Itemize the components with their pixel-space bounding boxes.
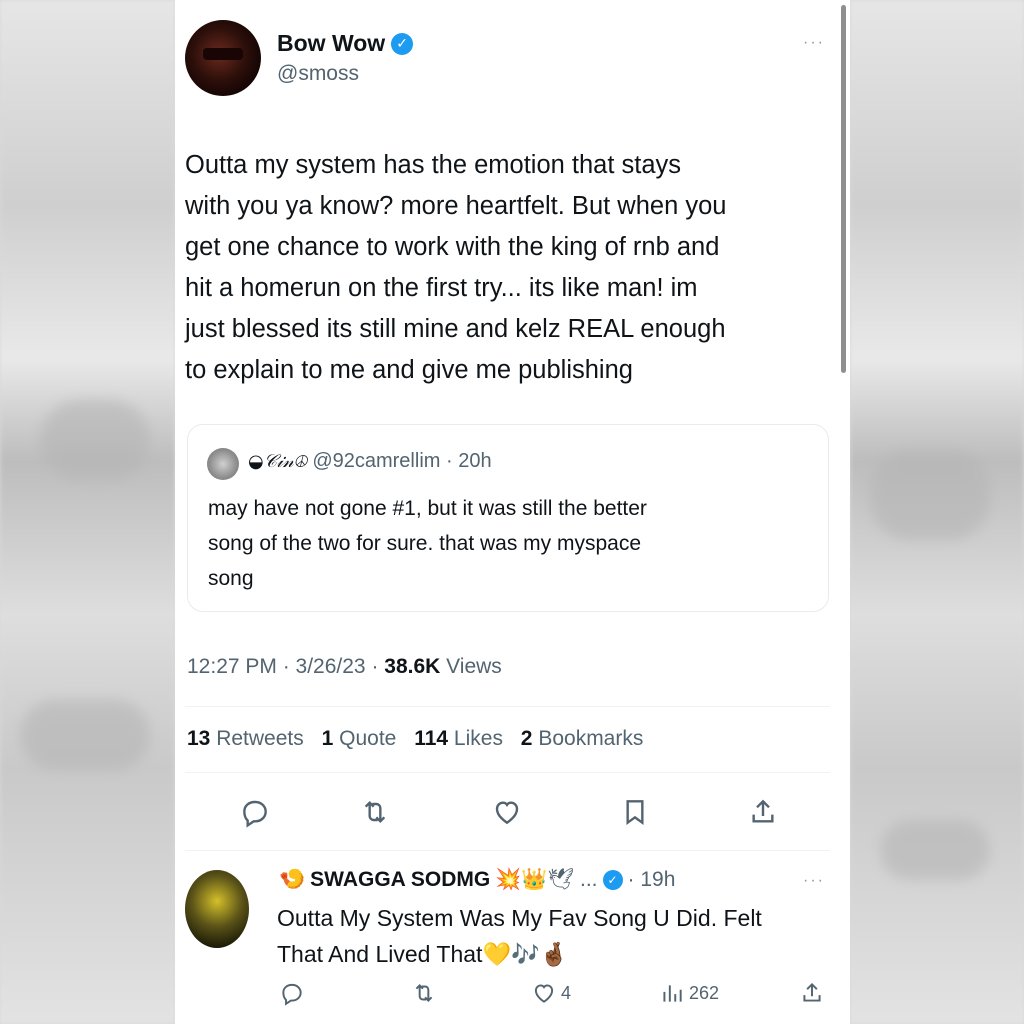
blurred-background-right [850, 0, 1024, 1024]
quote-label: Quote [339, 727, 397, 750]
tweet-line: hit a homerun on the first try... its li… [185, 274, 698, 302]
reply-actions: 4 262 [175, 980, 850, 1014]
tweet-timestamp[interactable]: 12:27 PM · 3/26/23 · [187, 655, 384, 678]
views-label: Views [446, 655, 502, 678]
reply-button[interactable] [233, 790, 277, 834]
reply-line: That And Lived That💛🎶🤞🏾 [277, 941, 569, 967]
reply-likes-count: 4 [561, 982, 572, 1003]
reply-like-button[interactable]: 4 [531, 980, 571, 1006]
tweet-actions [175, 790, 850, 836]
like-icon [495, 801, 519, 825]
reply-time[interactable]: · 19h [628, 868, 676, 892]
tweet-meta: 12:27 PM · 3/26/23 · 38.6K Views [187, 655, 502, 679]
quote-count: 1 [321, 727, 334, 750]
tweet-line: just blessed its still mine and kelz REA… [185, 315, 726, 343]
more-icon[interactable]: ··· [803, 34, 825, 52]
reply-icon [282, 983, 302, 1006]
retweets-label: Retweets [216, 727, 304, 750]
divider [185, 706, 830, 707]
quote-avatar [207, 448, 239, 480]
engagement-stats: 13 Retweets 1 Quote 114 Likes 2 Bookmark… [187, 727, 643, 751]
likes-stat[interactable]: 114 Likes [414, 727, 503, 750]
quote-author-name: ◒𝒞𝒾𝓃☮ [248, 451, 307, 472]
bookmarks-label: Bookmarks [538, 727, 644, 750]
reply-share-button[interactable] [799, 980, 825, 1006]
tweet-line: to explain to me and give me publishing [185, 356, 633, 384]
author-handle[interactable]: @smoss [277, 62, 359, 86]
reply-reply-button[interactable] [279, 980, 305, 1006]
tweet-card: Bow Wow ✓ @smoss ··· Outta my system has… [175, 0, 850, 1024]
reply-name-emoji: 💥👑🕊 ... [495, 868, 598, 891]
divider [185, 850, 830, 851]
share-icon [803, 982, 821, 1002]
author-name[interactable]: Bow Wow [277, 30, 385, 57]
reply-author-avatar[interactable] [185, 870, 249, 948]
divider [185, 772, 830, 773]
bookmarks-stat[interactable]: 2 Bookmarks [521, 727, 644, 750]
views-count: 38.6K [384, 655, 441, 678]
bookmark-icon [626, 800, 644, 826]
reply-name-prefix: 🍤 [279, 868, 306, 891]
author-name-row[interactable]: Bow Wow ✓ [277, 30, 414, 57]
reply-line: Outta My System Was My Fav Song U Did. F… [277, 905, 762, 931]
reply-views-count: 262 [689, 982, 720, 1003]
likes-label: Likes [453, 727, 503, 750]
more-icon[interactable]: ··· [803, 872, 825, 890]
tweet-line: get one chance to work with the king of … [185, 233, 720, 261]
author-avatar[interactable] [185, 20, 261, 96]
tweet-text: Outta my system has the emotion that sta… [185, 145, 835, 391]
bookmark-button[interactable] [613, 790, 657, 834]
likes-count: 114 [414, 727, 449, 750]
share-button[interactable] [741, 790, 785, 834]
blurred-background-left [0, 0, 175, 1024]
tweet-line: with you ya know? more heartfelt. But wh… [185, 192, 727, 220]
reply-views-button[interactable]: 262 [659, 980, 719, 1006]
reply-header: 🍤 SWAGGA SODMG 💥👑🕊 ... ✓ · 19h [279, 868, 675, 892]
quotes-stat[interactable]: 1 Quote [322, 727, 397, 750]
quote-line: song of the two for sure. that was my my… [208, 532, 642, 555]
analytics-icon [663, 985, 682, 1002]
like-icon [534, 984, 554, 1003]
retweets-count: 13 [187, 727, 211, 750]
bookmarks-count: 2 [520, 727, 533, 750]
verified-badge-icon: ✓ [602, 870, 623, 890]
reply-author-name[interactable]: SWAGGA SODMG [310, 868, 490, 892]
quoted-tweet[interactable]: ◒𝒞𝒾𝓃☮ @92camrellim · 20h may have not go… [187, 424, 829, 612]
quote-text: may have not gone #1, but it was still t… [208, 491, 818, 596]
retweet-icon [364, 800, 386, 824]
reply-text: Outta My System Was My Fav Song U Did. F… [277, 900, 762, 972]
tweet-line: Outta my system has the emotion that sta… [185, 151, 682, 179]
quote-line: may have not gone #1, but it was still t… [208, 497, 647, 520]
quote-header: ◒𝒞𝒾𝓃☮ @92camrellim · 20h [248, 450, 492, 473]
retweet-icon [415, 984, 433, 1002]
quote-handle-time: @92camrellim · 20h [312, 450, 492, 472]
scrollbar[interactable] [841, 5, 846, 373]
verified-badge-icon: ✓ [391, 32, 414, 55]
share-icon [752, 799, 774, 823]
reply-icon [243, 800, 267, 828]
like-button[interactable] [485, 790, 529, 834]
quote-line: song [208, 567, 254, 590]
retweets-stat[interactable]: 13 Retweets [187, 727, 304, 750]
retweet-button[interactable] [353, 790, 397, 834]
reply-retweet-button[interactable] [411, 980, 437, 1006]
